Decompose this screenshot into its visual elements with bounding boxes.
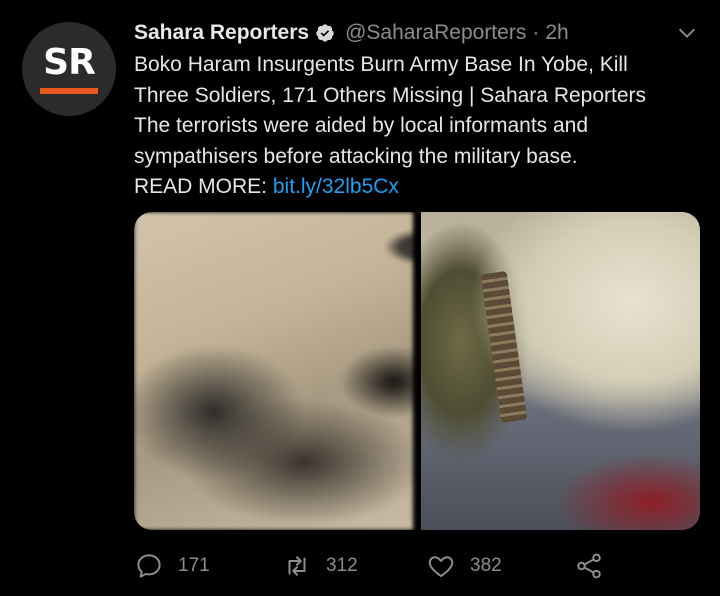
like-button[interactable]: 382 xyxy=(426,551,502,581)
tweet-header: Sahara Reporters @SaharaReporters · 2h xyxy=(134,18,569,48)
read-more-line: READ MORE: bit.ly/32lb5Cx xyxy=(134,172,714,203)
media-image-1[interactable] xyxy=(134,212,413,530)
tweet-text-line: sympathisers before attacking the milita… xyxy=(134,144,578,168)
tweet-timestamp[interactable]: 2h xyxy=(545,21,568,45)
media-image-2[interactable] xyxy=(421,212,700,530)
reply-count: 171 xyxy=(178,555,210,576)
comment-icon xyxy=(137,554,161,578)
chevron-down-icon[interactable] xyxy=(676,22,698,44)
retweet-button[interactable]: 312 xyxy=(282,551,358,581)
like-count: 382 xyxy=(470,555,502,576)
avatar-logo-bar xyxy=(40,87,98,94)
reply-button[interactable]: 171 xyxy=(134,551,210,581)
tweet-text-line: Boko Haram Insurgents Burn Army Base In … xyxy=(134,53,628,76)
read-more-label: READ MORE: xyxy=(134,175,268,198)
separator-dot: · xyxy=(532,21,540,44)
share-icon xyxy=(577,553,601,579)
author-name[interactable]: Sahara Reporters xyxy=(134,21,309,45)
tweet-text-line: Three Soldiers, 171 Others Missing | Sah… xyxy=(134,83,647,107)
retweet-icon xyxy=(288,556,306,576)
avatar-logo-text: SR xyxy=(43,41,96,83)
retweet-count: 312 xyxy=(326,555,358,576)
tweet-actions: 171 312 382 xyxy=(134,548,624,584)
share-button[interactable] xyxy=(574,551,604,581)
tweet-text-line: The terrorists were aided by local infor… xyxy=(134,114,589,137)
heart-icon xyxy=(428,556,454,577)
author-handle[interactable]: @SaharaReporters xyxy=(345,21,526,45)
tweet-link[interactable]: bit.ly/32lb5Cx xyxy=(273,175,399,198)
tweet-text: Boko Haram Insurgents Burn Army Base In … xyxy=(134,50,714,203)
avatar[interactable]: SR xyxy=(22,22,116,116)
verified-badge-icon xyxy=(316,24,334,42)
tweet-media xyxy=(134,212,700,530)
image-detail xyxy=(480,270,528,424)
